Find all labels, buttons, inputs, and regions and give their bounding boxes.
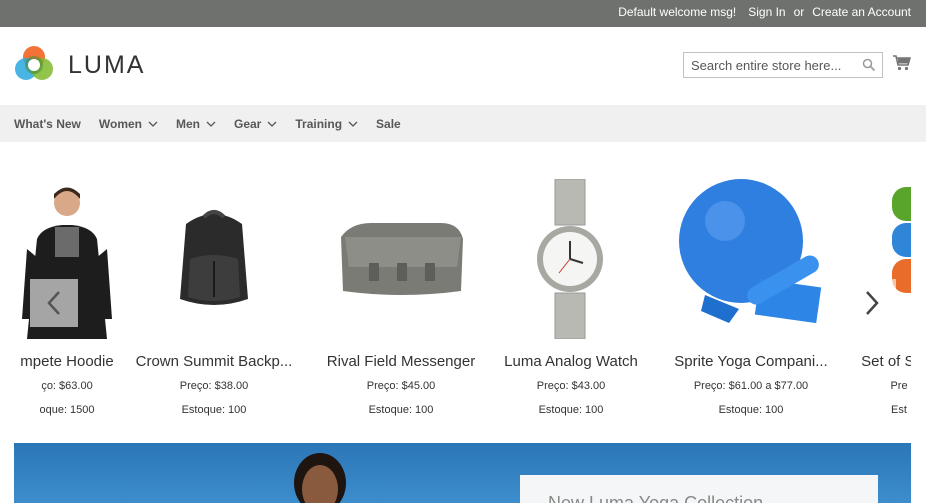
product-price: Pre [890,380,908,392]
product-image[interactable] [481,178,661,340]
welcome-message: Default welcome msg! [618,5,737,19]
search-icon[interactable] [862,58,876,77]
search-box[interactable] [683,52,883,78]
product-item[interactable]: Rival Field Messenger Preço: $45.00 Esto… [311,143,491,433]
main-navigation: What's New Women Men Gear Training Sale [0,105,926,142]
chevron-down-icon [267,121,277,127]
search-input[interactable] [684,53,854,77]
logo-text: LUMA [68,50,146,79]
product-name[interactable]: Set of Sp [782,353,911,370]
product-stock: Estoque: 100 [368,404,434,416]
chevron-down-icon [206,121,216,127]
product-stock: Estoque: 100 [181,404,247,416]
nav-item-women[interactable]: Women [99,117,158,131]
chevron-left-icon [47,291,60,315]
nav-label: Women [98,116,142,131]
carousel-prev-button[interactable] [30,279,78,327]
product-image[interactable] [311,179,491,339]
nav-label: Training [295,116,343,131]
header-links: Default welcome msg! Sign In or Create a… [618,5,911,19]
chevron-down-icon [348,121,358,127]
nav-item-whats-new[interactable]: What's New [14,117,81,131]
chevron-down-icon [148,121,158,127]
nav-label: Gear [234,116,262,131]
create-account-link[interactable]: Create an Account [812,5,911,19]
chevron-right-icon [866,291,879,315]
nav-label: What's New [14,116,81,131]
product-item[interactable]: Crown Summit Backp... Preço: $38.00 Esto… [124,143,304,433]
product-carousel: mpete Hoodie ço: $63.00 oque: 1500 Crown… [14,143,911,433]
banner-title: New Luma Yoga Collection [548,493,764,503]
product-stock: Est [891,404,907,416]
product-image[interactable] [661,179,841,339]
banner-card: New Luma Yoga Collection [520,475,878,503]
top-bar: Default welcome msg! Sign In or Create a… [0,0,926,27]
nav-label: Men [176,116,200,131]
nav-item-sale[interactable]: Sale [376,117,401,131]
nav-item-gear[interactable]: Gear [234,117,277,131]
sign-in-link[interactable]: Sign In [748,5,785,19]
carousel-next-button[interactable] [848,279,896,327]
store-logo[interactable]: LUMA [14,45,145,85]
promo-banner[interactable]: New Luma Yoga Collection [14,443,911,503]
product-image[interactable] [124,179,304,339]
product-price: Preço: $43.00 [536,380,606,392]
product-price: Preço: $38.00 [179,380,249,392]
product-price: Preço: $45.00 [366,380,436,392]
product-item[interactable]: Luma Analog Watch Preço: $43.00 Estoque:… [481,143,661,433]
product-stock: Estoque: 100 [538,404,604,416]
nav-item-training[interactable]: Training [295,117,358,131]
or-separator: or [793,5,805,19]
luma-logo-icon [15,46,53,80]
model-image [294,453,346,503]
nav-label: Sale [376,116,401,131]
page-header: LUMA [0,27,926,105]
cart-icon[interactable] [893,55,912,76]
nav-item-men[interactable]: Men [176,117,216,131]
